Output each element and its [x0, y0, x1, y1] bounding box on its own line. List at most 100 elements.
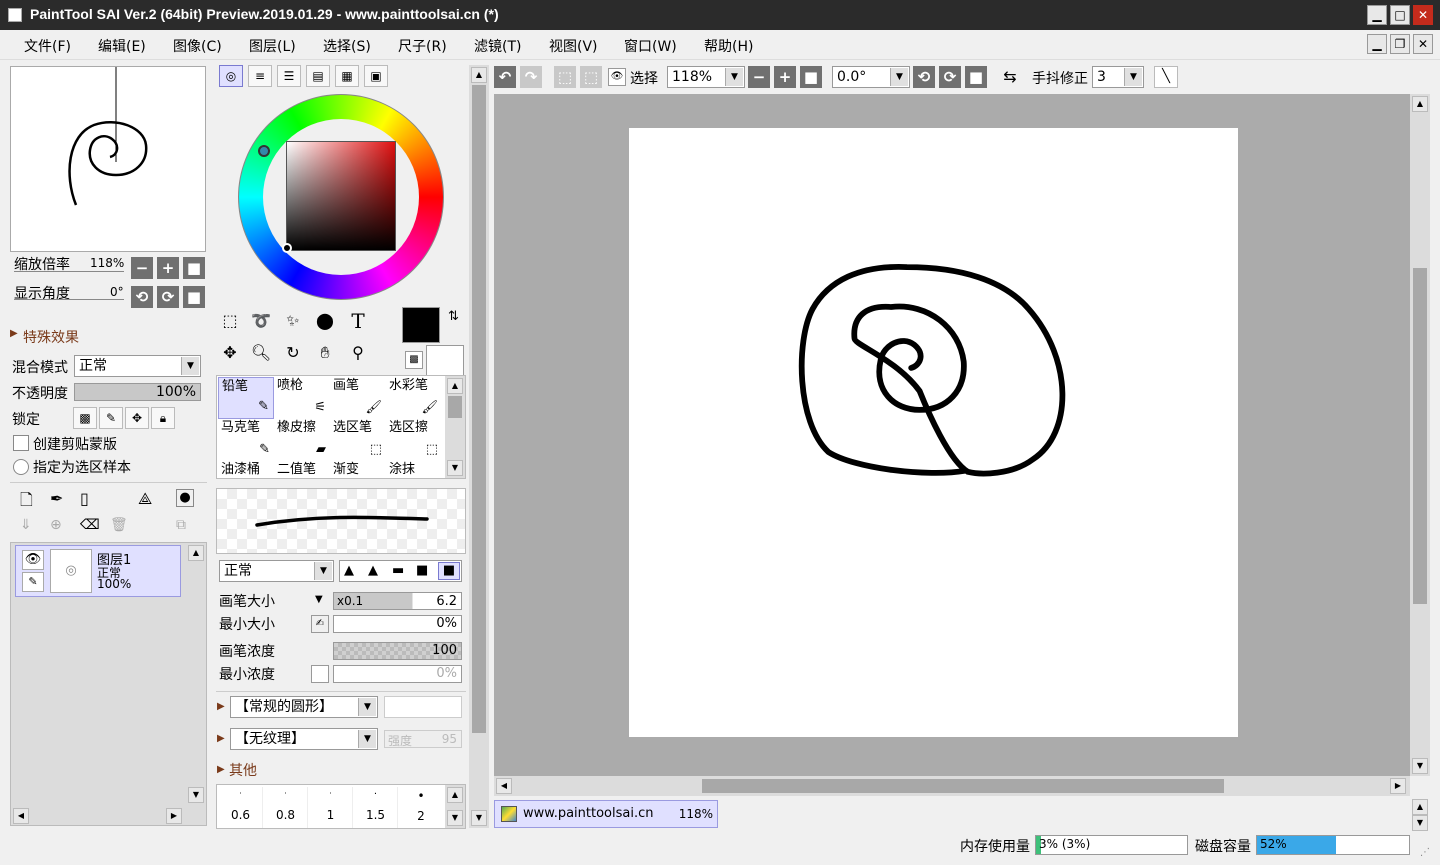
- menu-image[interactable]: 图像(C): [173, 36, 222, 56]
- lock-transparency-icon[interactable]: ▩: [73, 407, 97, 429]
- menu-file[interactable]: 文件(F): [24, 36, 71, 56]
- pressure-density-checkbox[interactable]: [311, 665, 329, 683]
- scroll-left-icon[interactable]: ◀: [496, 778, 512, 794]
- scroll-up-icon[interactable]: ▲: [447, 787, 463, 803]
- brush-pencil[interactable]: 铅笔 ✎: [218, 377, 274, 419]
- palette-tab[interactable]: ▤: [306, 65, 330, 87]
- min-density-slider[interactable]: 0%: [333, 665, 462, 683]
- zoom-in-button[interactable]: +: [157, 257, 179, 279]
- invert-selection-button[interactable]: ⬚: [580, 66, 602, 88]
- rotate-tool-icon[interactable]: ↻: [279, 339, 307, 367]
- brush-binary[interactable]: 二值笔: [274, 461, 330, 479]
- tab-scroll-up-icon[interactable]: ▲: [1412, 799, 1428, 815]
- scratchpad-tab[interactable]: ▣: [364, 65, 388, 87]
- scroll-down-icon[interactable]: ▼: [447, 810, 463, 826]
- canvas-vscrollbar[interactable]: ▲ ▼: [1410, 94, 1430, 776]
- brush-watercolor[interactable]: 水彩笔 🖌︎: [386, 377, 442, 419]
- selection-source-radio[interactable]: [13, 459, 29, 475]
- menu-window[interactable]: 窗口(W): [624, 36, 677, 56]
- brush-brush[interactable]: 画笔 🖌︎: [330, 377, 386, 419]
- layer-list-hscrollbar[interactable]: ◀ ▶: [11, 807, 186, 825]
- canvas-viewport[interactable]: [494, 94, 1410, 776]
- angle-slider[interactable]: [14, 299, 124, 300]
- toolbar-rotate-right-button[interactable]: ⟳: [939, 66, 961, 88]
- scroll-thumb[interactable]: [448, 396, 462, 418]
- scroll-right-icon[interactable]: ▶: [1390, 778, 1406, 794]
- brush-gradient[interactable]: 渐变: [330, 461, 386, 479]
- shape-expand-icon[interactable]: ▶: [217, 701, 225, 712]
- scroll-down-icon[interactable]: ▼: [447, 460, 463, 476]
- doc-restore-button[interactable]: ❐: [1390, 34, 1410, 54]
- brush-list-scrollbar[interactable]: ▲ ▼: [445, 376, 465, 478]
- hand-icon[interactable]: ✋︎: [311, 339, 339, 367]
- texture-strength-slider[interactable]: 强度 95: [384, 730, 462, 748]
- minimize-button[interactable]: ▁: [1367, 5, 1387, 25]
- brush-select-pen[interactable]: 选区笔 ⬚: [330, 419, 386, 461]
- shape-strength-field[interactable]: [384, 696, 462, 718]
- menu-edit[interactable]: 编辑(E): [98, 36, 146, 56]
- resize-grip-icon[interactable]: ⋰: [1420, 847, 1430, 858]
- eyedropper-icon[interactable]: ⚲: [344, 339, 372, 367]
- effects-label[interactable]: 特殊效果: [23, 327, 79, 347]
- other-expand-icon[interactable]: ▶: [217, 764, 225, 775]
- menu-view[interactable]: 视图(V): [549, 36, 598, 56]
- swatch-tab[interactable]: ▦: [335, 65, 359, 87]
- clear-layer-icon[interactable]: ⌫: [80, 517, 100, 533]
- lock-all-icon[interactable]: 🔒︎: [151, 407, 175, 429]
- layer-record-icon[interactable]: ●: [176, 489, 194, 507]
- dot-size-cell[interactable]: · 0.6: [219, 787, 263, 828]
- tip-shape-4-icon[interactable]: ■: [416, 563, 428, 578]
- scroll-right-icon[interactable]: ▶: [166, 808, 182, 824]
- canvas-tab[interactable]: www.painttoolsai.cn 118%: [494, 800, 718, 828]
- selection-visibility-icon[interactable]: 👁︎: [608, 68, 626, 86]
- menu-filter[interactable]: 滤镜(T): [474, 36, 521, 56]
- merge-down-icon[interactable]: ⇓: [20, 517, 32, 533]
- maximize-button[interactable]: □: [1390, 5, 1410, 25]
- toolbar-zoom-out-button[interactable]: −: [748, 66, 770, 88]
- scroll-down-icon[interactable]: ▼: [471, 810, 487, 826]
- dot-size-cell[interactable]: • 2: [399, 787, 443, 828]
- scroll-thumb[interactable]: [1413, 268, 1427, 604]
- zoom-out-button[interactable]: −: [131, 257, 153, 279]
- brush-blur[interactable]: 涂抹: [386, 461, 442, 479]
- dot-size-scrollbar[interactable]: ▲ ▼: [445, 785, 465, 828]
- zoom-tool-icon[interactable]: 🔍︎: [247, 339, 275, 367]
- toolbar-zoom-in-button[interactable]: +: [774, 66, 796, 88]
- swap-colors-icon[interactable]: ⇅: [448, 309, 459, 324]
- brush-airbrush[interactable]: 喷枪 ⚟: [274, 377, 330, 419]
- tip-shape-2-icon[interactable]: ▲: [368, 563, 378, 578]
- lock-move-icon[interactable]: ✥: [125, 407, 149, 429]
- clip-mask-checkbox[interactable]: [13, 435, 29, 451]
- lock-paint-icon[interactable]: ✎: [99, 407, 123, 429]
- line-tool-icon[interactable]: ╲: [1154, 66, 1178, 88]
- brush-eraser[interactable]: 橡皮擦 ▰: [274, 419, 330, 461]
- zoom-slider[interactable]: [14, 271, 124, 272]
- dot-size-cell[interactable]: · 1.5: [354, 787, 398, 828]
- pressure-size-icon[interactable]: ✍: [311, 615, 329, 633]
- flip-horizontal-icon[interactable]: ⇆: [998, 66, 1022, 88]
- brush-shape-select[interactable]: 【常规的圆形】 ▼: [230, 696, 378, 718]
- layer-mask-icon[interactable]: ⟁: [138, 489, 152, 509]
- effects-expand-icon[interactable]: ▶: [10, 328, 18, 339]
- brush-bucket[interactable]: 油漆桶: [218, 461, 274, 479]
- rect-select-icon[interactable]: ⬚: [216, 307, 244, 335]
- color-wheel-tab[interactable]: ◎: [219, 65, 243, 87]
- new-layer-icon[interactable]: 🗋︎: [20, 489, 33, 516]
- density-slider[interactable]: 100: [333, 642, 462, 660]
- canvas-hscrollbar[interactable]: ◀ ▶: [494, 776, 1410, 796]
- pencil-icon[interactable]: ✎: [22, 572, 44, 592]
- brush-mode-select[interactable]: 正常 ▼: [219, 560, 334, 582]
- deselect-button[interactable]: ⬚: [554, 66, 576, 88]
- merge-layer-icon[interactable]: ⊕: [50, 517, 62, 533]
- stabilizer-select[interactable]: 3 ▼: [1092, 66, 1144, 88]
- menu-ruler[interactable]: 尺子(R): [398, 36, 447, 56]
- tab-scroll-down-icon[interactable]: ▼: [1412, 815, 1428, 831]
- rotate-left-button[interactable]: ⟲: [131, 286, 153, 308]
- scroll-thumb[interactable]: [472, 85, 486, 733]
- lasso-icon[interactable]: ➰: [247, 307, 275, 335]
- other-label[interactable]: 其他: [229, 760, 257, 780]
- scroll-up-icon[interactable]: ▲: [188, 545, 204, 561]
- scroll-left-icon[interactable]: ◀: [13, 808, 29, 824]
- close-button[interactable]: ✕: [1413, 5, 1433, 25]
- blend-mode-select[interactable]: 正常 ▼: [74, 355, 201, 377]
